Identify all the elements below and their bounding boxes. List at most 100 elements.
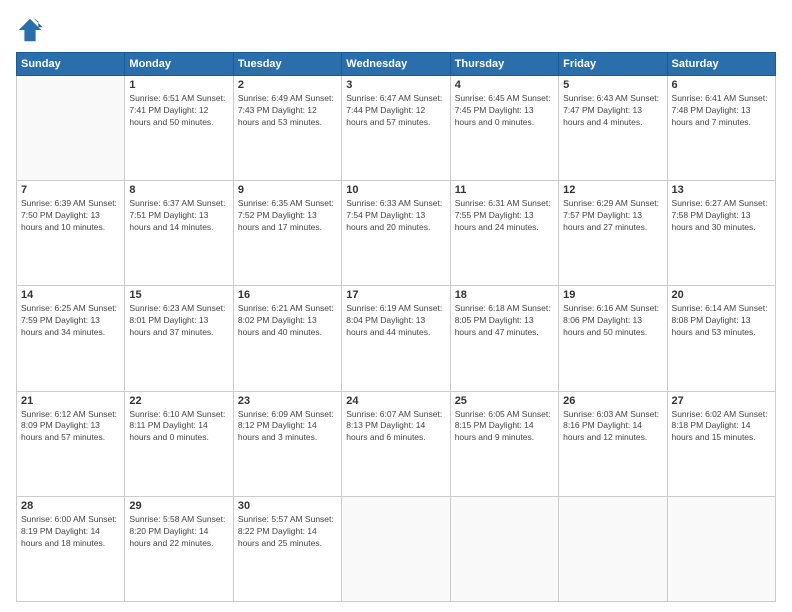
weekday-header-monday: Monday bbox=[125, 53, 233, 76]
day-number: 22 bbox=[129, 395, 228, 407]
calendar-cell: 29 Sunrise: 5:58 AM Sunset: 8:20 PM Dayli… bbox=[125, 496, 233, 601]
day-info: Sunrise: 6:27 AM Sunset: 7:58 PM Dayligh… bbox=[672, 198, 771, 234]
header bbox=[16, 16, 776, 44]
logo-icon bbox=[16, 16, 44, 44]
day-info: Sunrise: 6:29 AM Sunset: 7:57 PM Dayligh… bbox=[563, 198, 662, 234]
calendar-week-row: 21Sunrise: 6:12 AM Sunset: 8:09 PM Dayli… bbox=[17, 391, 776, 496]
calendar-cell bbox=[667, 496, 775, 601]
calendar-cell: 21Sunrise: 6:12 AM Sunset: 8:09 PM Dayli… bbox=[17, 391, 125, 496]
calendar-cell: 22 Sunrise: 6:10 AM Sunset: 8:11 PM Dayli… bbox=[125, 391, 233, 496]
day-info: Sunrise: 6:21 AM Sunset: 8:02 PM Dayligh… bbox=[238, 303, 337, 339]
day-number: 27 bbox=[672, 395, 771, 407]
day-info: Sunrise: 5:58 AM Sunset: 8:20 PM Dayligh… bbox=[129, 514, 228, 550]
calendar-week-row: 7 Sunrise: 6:39 AM Sunset: 7:50 PM Daylig… bbox=[17, 181, 776, 286]
calendar-cell: 30Sunrise: 5:57 AM Sunset: 8:22 PM Dayli… bbox=[233, 496, 341, 601]
day-info: Sunrise: 5:57 AM Sunset: 8:22 PM Dayligh… bbox=[238, 514, 337, 550]
calendar-cell: 26 Sunrise: 6:03 AM Sunset: 8:16 PM Dayli… bbox=[559, 391, 667, 496]
day-number: 25 bbox=[455, 395, 554, 407]
calendar-cell bbox=[450, 496, 558, 601]
day-info: Sunrise: 6:35 AM Sunset: 7:52 PM Dayligh… bbox=[238, 198, 337, 234]
day-info: Sunrise: 6:09 AM Sunset: 8:12 PM Dayligh… bbox=[238, 409, 337, 445]
calendar-cell: 16 Sunrise: 6:21 AM Sunset: 8:02 PM Dayli… bbox=[233, 286, 341, 391]
day-number: 18 bbox=[455, 289, 554, 301]
day-info: Sunrise: 6:43 AM Sunset: 7:47 PM Dayligh… bbox=[563, 93, 662, 129]
page: SundayMondayTuesdayWednesdayThursdayFrid… bbox=[0, 0, 792, 612]
calendar-cell: 6 Sunrise: 6:41 AM Sunset: 7:48 PM Daylig… bbox=[667, 76, 775, 181]
calendar-cell: 20 Sunrise: 6:14 AM Sunset: 8:08 PM Dayli… bbox=[667, 286, 775, 391]
day-number: 3 bbox=[346, 79, 445, 91]
day-number: 11 bbox=[455, 184, 554, 196]
day-number: 10 bbox=[346, 184, 445, 196]
day-info: Sunrise: 6:07 AM Sunset: 8:13 PM Dayligh… bbox=[346, 409, 445, 445]
day-info: Sunrise: 6:31 AM Sunset: 7:55 PM Dayligh… bbox=[455, 198, 554, 234]
day-info: Sunrise: 6:23 AM Sunset: 8:01 PM Dayligh… bbox=[129, 303, 228, 339]
calendar-cell: 5Sunrise: 6:43 AM Sunset: 7:47 PM Daylig… bbox=[559, 76, 667, 181]
day-number: 29 bbox=[129, 500, 228, 512]
calendar-cell: 12 Sunrise: 6:29 AM Sunset: 7:57 PM Dayli… bbox=[559, 181, 667, 286]
day-info: Sunrise: 6:33 AM Sunset: 7:54 PM Dayligh… bbox=[346, 198, 445, 234]
day-info: Sunrise: 6:39 AM Sunset: 7:50 PM Dayligh… bbox=[21, 198, 120, 234]
day-number: 26 bbox=[563, 395, 662, 407]
day-info: Sunrise: 6:19 AM Sunset: 8:04 PM Dayligh… bbox=[346, 303, 445, 339]
day-info: Sunrise: 6:49 AM Sunset: 7:43 PM Dayligh… bbox=[238, 93, 337, 129]
logo bbox=[16, 16, 48, 44]
day-info: Sunrise: 6:45 AM Sunset: 7:45 PM Dayligh… bbox=[455, 93, 554, 129]
calendar-cell: 18 Sunrise: 6:18 AM Sunset: 8:05 PM Dayli… bbox=[450, 286, 558, 391]
weekday-header-thursday: Thursday bbox=[450, 53, 558, 76]
weekday-header-friday: Friday bbox=[559, 53, 667, 76]
day-number: 20 bbox=[672, 289, 771, 301]
day-number: 15 bbox=[129, 289, 228, 301]
day-info: Sunrise: 6:03 AM Sunset: 8:16 PM Dayligh… bbox=[563, 409, 662, 445]
day-info: Sunrise: 6:16 AM Sunset: 8:06 PM Dayligh… bbox=[563, 303, 662, 339]
weekday-header-sunday: Sunday bbox=[17, 53, 125, 76]
day-number: 19 bbox=[563, 289, 662, 301]
weekday-header-wednesday: Wednesday bbox=[342, 53, 450, 76]
day-number: 12 bbox=[563, 184, 662, 196]
day-number: 14 bbox=[21, 289, 120, 301]
calendar-week-row: 14 Sunrise: 6:25 AM Sunset: 7:59 PM Dayli… bbox=[17, 286, 776, 391]
day-number: 1 bbox=[129, 79, 228, 91]
calendar-cell: 9 Sunrise: 6:35 AM Sunset: 7:52 PM Daylig… bbox=[233, 181, 341, 286]
calendar-cell: 17 Sunrise: 6:19 AM Sunset: 8:04 PM Dayli… bbox=[342, 286, 450, 391]
day-number: 24 bbox=[346, 395, 445, 407]
calendar-cell: 3 Sunrise: 6:47 AM Sunset: 7:44 PM Daylig… bbox=[342, 76, 450, 181]
day-info: Sunrise: 6:14 AM Sunset: 8:08 PM Dayligh… bbox=[672, 303, 771, 339]
day-info: Sunrise: 6:05 AM Sunset: 8:15 PM Dayligh… bbox=[455, 409, 554, 445]
day-number: 28 bbox=[21, 500, 120, 512]
calendar-cell: 23Sunrise: 6:09 AM Sunset: 8:12 PM Dayli… bbox=[233, 391, 341, 496]
calendar-cell: 13 Sunrise: 6:27 AM Sunset: 7:58 PM Dayli… bbox=[667, 181, 775, 286]
calendar-cell: 24 Sunrise: 6:07 AM Sunset: 8:13 PM Dayli… bbox=[342, 391, 450, 496]
day-number: 13 bbox=[672, 184, 771, 196]
calendar-cell bbox=[559, 496, 667, 601]
day-number: 9 bbox=[238, 184, 337, 196]
calendar-cell: 14 Sunrise: 6:25 AM Sunset: 7:59 PM Dayli… bbox=[17, 286, 125, 391]
calendar-cell: 25 Sunrise: 6:05 AM Sunset: 8:15 PM Dayli… bbox=[450, 391, 558, 496]
calendar-cell: 8Sunrise: 6:37 AM Sunset: 7:51 PM Daylig… bbox=[125, 181, 233, 286]
weekday-header-row: SundayMondayTuesdayWednesdayThursdayFrid… bbox=[17, 53, 776, 76]
day-info: Sunrise: 6:18 AM Sunset: 8:05 PM Dayligh… bbox=[455, 303, 554, 339]
day-info: Sunrise: 6:47 AM Sunset: 7:44 PM Dayligh… bbox=[346, 93, 445, 129]
calendar-cell: 1 Sunrise: 6:51 AM Sunset: 7:41 PM Daylig… bbox=[125, 76, 233, 181]
day-info: Sunrise: 6:41 AM Sunset: 7:48 PM Dayligh… bbox=[672, 93, 771, 129]
day-number: 2 bbox=[238, 79, 337, 91]
day-number: 21 bbox=[21, 395, 120, 407]
calendar-table: SundayMondayTuesdayWednesdayThursdayFrid… bbox=[16, 52, 776, 602]
day-info: Sunrise: 6:25 AM Sunset: 7:59 PM Dayligh… bbox=[21, 303, 120, 339]
day-number: 4 bbox=[455, 79, 554, 91]
day-info: Sunrise: 6:00 AM Sunset: 8:19 PM Dayligh… bbox=[21, 514, 120, 550]
calendar-cell bbox=[342, 496, 450, 601]
weekday-header-tuesday: Tuesday bbox=[233, 53, 341, 76]
calendar-cell: 15 Sunrise: 6:23 AM Sunset: 8:01 PM Dayli… bbox=[125, 286, 233, 391]
calendar-cell: 4 Sunrise: 6:45 AM Sunset: 7:45 PM Daylig… bbox=[450, 76, 558, 181]
calendar-week-row: 28 Sunrise: 6:00 AM Sunset: 8:19 PM Dayli… bbox=[17, 496, 776, 601]
day-info: Sunrise: 6:10 AM Sunset: 8:11 PM Dayligh… bbox=[129, 409, 228, 445]
calendar-cell: 11 Sunrise: 6:31 AM Sunset: 7:55 PM Dayli… bbox=[450, 181, 558, 286]
day-number: 17 bbox=[346, 289, 445, 301]
day-info: Sunrise: 6:51 AM Sunset: 7:41 PM Dayligh… bbox=[129, 93, 228, 129]
calendar-cell: 28 Sunrise: 6:00 AM Sunset: 8:19 PM Dayli… bbox=[17, 496, 125, 601]
day-number: 6 bbox=[672, 79, 771, 91]
calendar-cell: 19 Sunrise: 6:16 AM Sunset: 8:06 PM Dayli… bbox=[559, 286, 667, 391]
day-number: 16 bbox=[238, 289, 337, 301]
day-number: 7 bbox=[21, 184, 120, 196]
calendar-week-row: 1 Sunrise: 6:51 AM Sunset: 7:41 PM Daylig… bbox=[17, 76, 776, 181]
